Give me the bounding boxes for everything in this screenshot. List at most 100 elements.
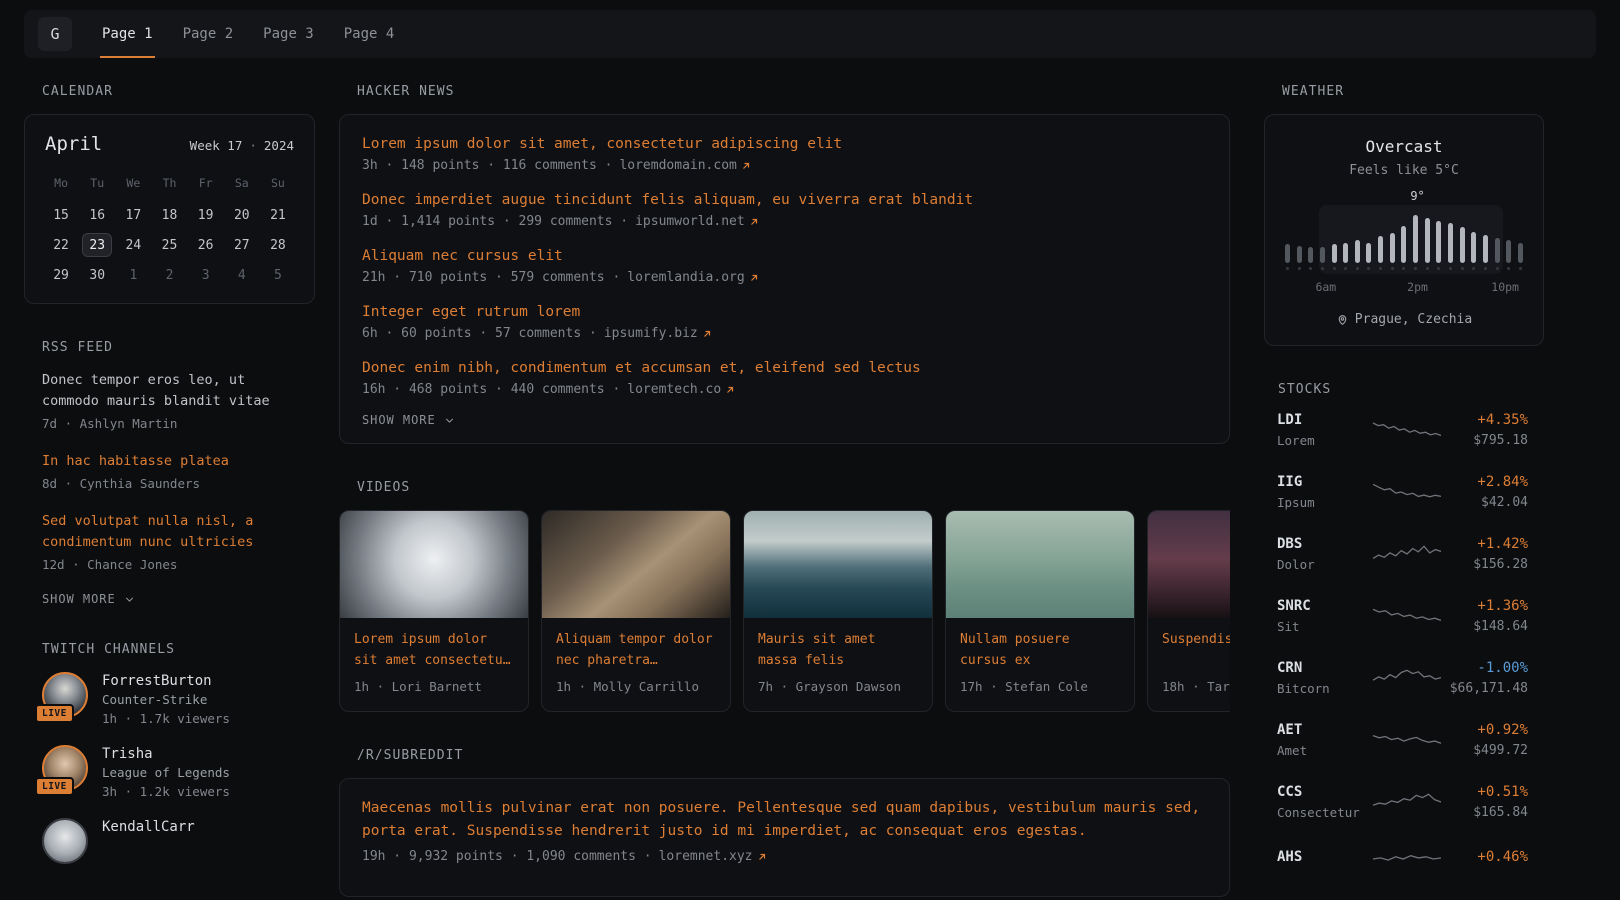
stock-sparkline [1371,479,1443,505]
hn-story-link[interactable]: Donec imperdiet augue tincidunt felis al… [362,189,1207,211]
hn-story-domain-link[interactable]: loremdomain.com [619,158,751,173]
video-card[interactable]: Mauris sit amet massa felis 7h · Grayson… [743,510,933,712]
stock-row[interactable]: LDI Lorem +4.35% $795.18 [1277,412,1528,448]
hn-story-link[interactable]: Donec enim nibh, condimentum et accumsan… [362,357,1207,379]
twitch-channel[interactable]: LIVE Trisha League of Legends 3h · 1.2k … [42,745,297,802]
calendar-day: 22 [43,233,79,257]
video-thumbnail[interactable] [542,511,730,618]
stock-row[interactable]: CRN Bitcorn -1.00% $66,171.48 [1277,660,1528,696]
subreddit-post-link[interactable]: Maecenas mollis pulvinar erat non posuer… [362,797,1207,842]
video-card[interactable]: Nullam posuere cursus ex 17h · Stefan Co… [945,510,1135,712]
tab-page-2[interactable]: Page 2 [181,10,236,58]
twitch-channel[interactable]: LIVE KendallCarr [42,818,297,864]
weather-hour-bar [1285,244,1290,270]
stock-row[interactable]: AHS +0.46% [1277,846,1528,872]
calendar-day: 2 [151,263,187,287]
hn-story: Donec imperdiet augue tincidunt felis al… [362,189,1207,229]
twitch-channel[interactable]: LIVE ForrestBurton Counter-Strike 1h · 1… [42,672,297,729]
subreddit-widget: /R/SUBREDDIT Maecenas mollis pulvinar er… [339,748,1230,897]
hn-story-domain-link[interactable]: ipsumify.biz [604,326,713,341]
hn-story-link[interactable]: Integer eget rutrum lorem [362,301,1207,323]
video-card[interactable]: Suspendisse diam 18h · Tara [1147,510,1230,712]
video-thumbnail[interactable] [946,511,1134,618]
chevron-down-icon [123,593,136,606]
video-title-link[interactable]: Nullam posuere cursus ex [946,618,1134,671]
video-title-link[interactable]: Mauris sit amet massa felis [744,618,932,671]
rss-item-meta: 8d · Cynthia Saunders [42,474,297,494]
hn-story-domain: loremtech.co [627,382,721,397]
hn-story-domain-link[interactable]: loremlandia.org [627,270,759,285]
hn-story-meta: 6h · 60 points · 57 comments · ipsumify.… [362,326,1207,341]
stock-row[interactable]: IIG Ipsum +2.84% $42.04 [1277,474,1528,510]
stock-price: $156.28 [1443,557,1528,572]
channel-name-link[interactable]: Trisha [102,746,230,762]
external-link-icon [748,272,760,284]
stock-price: $499.72 [1443,743,1528,758]
channel-name-link[interactable]: ForrestBurton [102,673,230,689]
calendar-day: 16 [79,203,115,227]
calendar-day: 15 [43,203,79,227]
hn-show-more-button[interactable]: SHOW MORE [362,413,456,427]
stock-price: $42.04 [1443,495,1528,510]
hn-story-domain-link[interactable]: loremtech.co [627,382,736,397]
stock-sparkline [1371,665,1443,691]
rss-item-link[interactable]: Donec tempor eros leo, ut commodo mauris… [42,370,297,412]
stocks-heading: STOCKS [1264,382,1544,397]
subreddit-domain-link[interactable]: loremnet.xyz [659,849,768,864]
tab-page-4[interactable]: Page 4 [342,10,397,58]
calendar-week-label: Week 17 [190,138,243,153]
video-meta: 1h · Lori Barnett [340,671,528,711]
hn-story-domain-link[interactable]: ipsumworld.net [635,214,760,229]
weather-time-label: 10pm [1491,280,1519,294]
weather-feels-like: Feels like 5°C [1283,163,1525,178]
video-thumbnail[interactable] [1148,511,1230,618]
external-link-icon [724,384,736,396]
channel-meta: 1h · 1.7k viewers [102,709,230,729]
live-badge: LIVE [35,777,74,796]
external-link-icon [748,216,760,228]
calendar-day: 17 [115,203,151,227]
channel-category[interactable]: Counter-Strike [102,692,230,707]
stock-values: -1.00% $66,171.48 [1443,660,1528,696]
tab-page-1[interactable]: Page 1 [100,10,155,58]
hn-story-link[interactable]: Aliquam nec cursus elit [362,245,1207,267]
calendar-day: 4 [224,263,260,287]
stock-row[interactable]: CCS Consectetur +0.51% $165.84 [1277,784,1528,820]
video-thumbnail[interactable] [340,511,528,618]
hn-story-meta: 3h · 148 points · 116 comments · loremdo… [362,158,1207,173]
video-title-link[interactable]: Suspendisse diam [1148,618,1230,671]
rss-item-link[interactable]: In hac habitasse platea [42,451,297,472]
stock-sparkline [1371,789,1443,815]
channel-category[interactable]: League of Legends [102,765,230,780]
stock-row[interactable]: AET Amet +0.92% $499.72 [1277,722,1528,758]
stock-row[interactable]: SNRC Sit +1.36% $148.64 [1277,598,1528,634]
video-card[interactable]: Lorem ipsum dolor sit amet consectetu… 1… [339,510,529,712]
calendar-day: 24 [115,233,151,257]
calendar-weekday: We [115,173,151,193]
video-title-link[interactable]: Aliquam tempor dolor nec pharetra… [542,618,730,671]
stock-id: LDI Lorem [1277,412,1371,448]
channel-name-link[interactable]: KendallCarr [102,819,195,835]
external-link-icon [756,851,768,863]
weather-hour-bar [1332,244,1337,270]
video-title-link[interactable]: Lorem ipsum dolor sit amet consectetu… [340,618,528,671]
calendar-weekday: Fr [188,173,224,193]
video-thumbnail[interactable] [744,511,932,618]
stock-values: +4.35% $795.18 [1443,412,1528,448]
calendar-heading: CALENDAR [24,84,315,99]
rss-item-link[interactable]: Sed volutpat nulla nisl, a condimentum n… [42,511,297,553]
video-card[interactable]: Aliquam tempor dolor nec pharetra… 1h · … [541,510,731,712]
tab-page-3[interactable]: Page 3 [261,10,316,58]
hn-story-link[interactable]: Lorem ipsum dolor sit amet, consectetur … [362,133,1207,155]
stock-ticker: LDI [1277,412,1371,428]
stock-ticker: DBS [1277,536,1371,552]
app-logo[interactable]: G [38,17,72,51]
rss-show-more-button[interactable]: SHOW MORE [42,592,136,606]
rss-item-meta: 7d · Ashlyn Martin [42,414,297,434]
weather-hour-bar [1308,247,1313,270]
weather-hour-bar [1413,215,1418,270]
stock-row[interactable]: DBS Dolor +1.42% $156.28 [1277,536,1528,572]
calendar-weekday: Sa [224,173,260,193]
stock-ticker: AHS [1277,849,1371,865]
hn-story-domain: loremlandia.org [627,270,744,285]
